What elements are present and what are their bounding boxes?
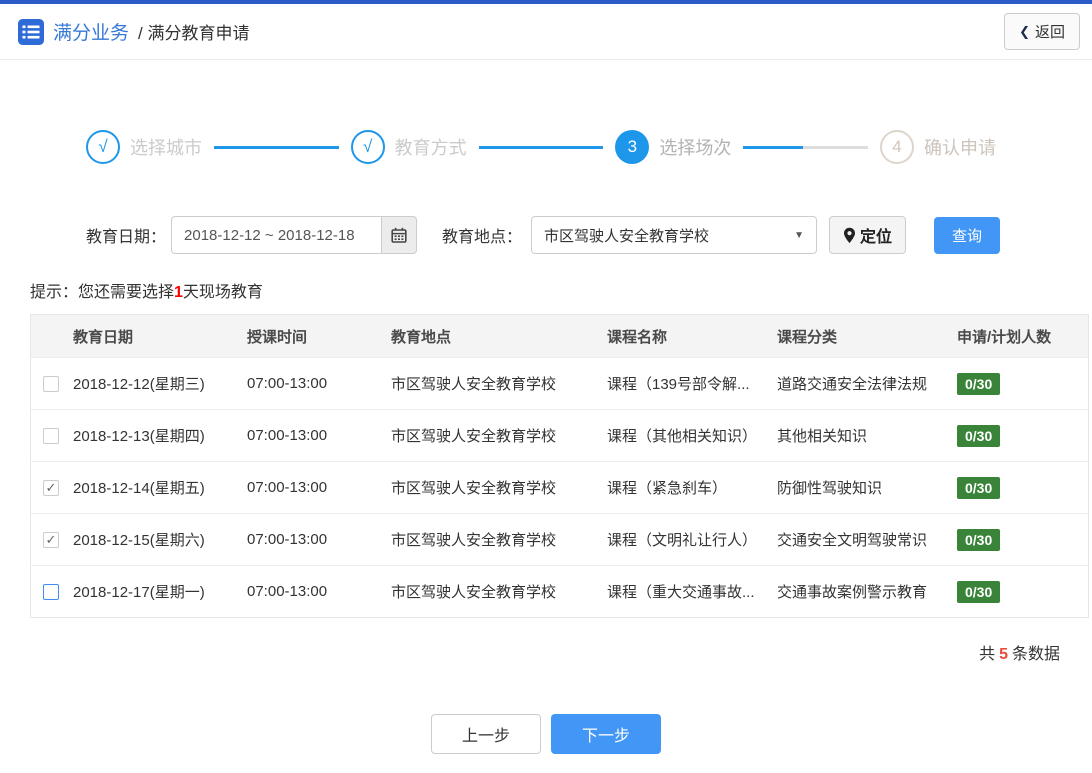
location-pin-icon [843, 227, 856, 244]
step-wizard: √ 选择城市 √ 教育方式 3 选择场次 4 确认申请 [86, 130, 996, 164]
table-row: 2018-12-14(星期五) 07:00-13:00 市区驾驶人安全教育学校 … [31, 461, 1088, 513]
search-button[interactable]: 查询 [934, 216, 1001, 254]
breadcrumb: 满分业务 / 满分教育申请 [18, 18, 249, 45]
cell-time: 07:00-13:00 [247, 427, 328, 444]
step-select-city: √ 选择城市 [86, 130, 202, 164]
summary-count: 5 [999, 646, 1008, 663]
education-location-label: 教育地点： [442, 229, 523, 246]
filter-bar: 教育日期： 教育地点： 市区驾驶人安全教育学校 [86, 216, 1092, 254]
hint-prefix: 提示：您还需要选择 [30, 284, 175, 301]
cell-location: 市区驾驶人安全教育学校 [391, 428, 557, 445]
cell-course: 课程（重大交通事故... [607, 584, 755, 601]
summary-prefix: 共 [979, 646, 996, 663]
step-1-circle: √ [86, 130, 120, 164]
cell-location: 市区驾驶人安全教育学校 [391, 376, 557, 393]
date-range-input[interactable] [171, 216, 382, 254]
step-select-session: 3 选择场次 [615, 130, 731, 164]
cell-location: 市区驾驶人安全教育学校 [391, 480, 557, 497]
session-table: 教育日期 授课时间 教育地点 课程名称 课程分类 申请/计划人数 2018-12… [30, 314, 1089, 618]
wizard-actions: 上一步 下一步 [0, 714, 1092, 754]
capacity-badge: 0/30 [957, 528, 1001, 551]
back-button[interactable]: ❮ 返回 [1004, 13, 1080, 50]
capacity-badge: 0/30 [957, 476, 1001, 499]
step-connector [214, 145, 339, 149]
row-checkbox[interactable] [43, 479, 59, 496]
step-connector [743, 145, 869, 149]
hint-remaining-days: 1 [174, 284, 183, 301]
cell-time: 07:00-13:00 [247, 531, 328, 548]
next-step-button[interactable]: 下一步 [551, 714, 661, 754]
education-location-value: 市区驾驶人安全教育学校 [544, 227, 710, 245]
page-title: 满分业务 [53, 23, 130, 44]
cell-category: 防御性驾驶知识 [777, 480, 883, 497]
row-checkbox[interactable] [43, 375, 59, 392]
cell-category: 交通安全文明驾驶常识 [777, 532, 928, 549]
summary-suffix: 条数据 [1011, 646, 1060, 663]
step-4-circle: 4 [880, 130, 915, 164]
education-location-select[interactable]: 市区驾驶人安全教育学校 ▼ [531, 216, 818, 254]
calendar-icon [391, 227, 407, 243]
cell-category: 其他相关知识 [777, 428, 868, 445]
step-2-label: 教育方式 [394, 138, 467, 158]
record-count-summary: 共 5 条数据 [0, 640, 1060, 664]
cell-date: 2018-12-17(星期一) [73, 584, 205, 601]
locate-button[interactable]: 定位 [829, 216, 907, 254]
previous-step-button[interactable]: 上一步 [431, 714, 541, 754]
capacity-badge: 0/30 [957, 372, 1001, 395]
step-1-label: 选择城市 [130, 138, 202, 158]
page-subtitle: / 满分教育申请 [138, 24, 250, 43]
cell-course: 课程（紧急刹车） [607, 480, 728, 497]
education-date-label: 教育日期： [86, 229, 167, 246]
capacity-badge: 0/30 [957, 580, 1001, 603]
cell-time: 07:00-13:00 [247, 583, 328, 600]
date-range-group [171, 216, 418, 254]
table-row: 2018-12-12(星期三) 07:00-13:00 市区驾驶人安全教育学校 … [31, 357, 1088, 409]
col-course-category: 课程分类 [777, 328, 838, 346]
cell-date: 2018-12-13(星期四) [73, 428, 205, 445]
cell-date: 2018-12-15(星期六) [73, 532, 205, 549]
cell-time: 07:00-13:00 [247, 479, 328, 496]
chevron-left-icon: ❮ [1019, 23, 1030, 39]
back-button-label: 返回 [1034, 24, 1065, 41]
cell-location: 市区驾驶人安全教育学校 [391, 532, 557, 549]
step-3-circle: 3 [615, 130, 650, 164]
locate-button-label: 定位 [860, 229, 893, 246]
calendar-button[interactable] [381, 216, 418, 254]
row-checkbox[interactable] [43, 427, 59, 444]
cell-category: 道路交通安全法律法规 [777, 376, 928, 393]
page-header: 满分业务 / 满分教育申请 ❮ 返回 [0, 4, 1092, 60]
step-confirm-application: 4 确认申请 [880, 130, 996, 164]
chevron-down-icon: ▼ [794, 229, 805, 241]
cell-category: 交通事故案例警示教育 [777, 584, 928, 601]
selection-hint: 提示：您还需要选择1天现场教育 [30, 278, 1092, 302]
step-connector [478, 145, 604, 149]
cell-course: 课程（文明礼让行人） [607, 532, 758, 549]
cell-date: 2018-12-12(星期三) [73, 376, 205, 393]
cell-location: 市区驾驶人安全教育学校 [391, 584, 557, 601]
table-row: 2018-12-15(星期六) 07:00-13:00 市区驾驶人安全教育学校 … [31, 513, 1088, 565]
hint-suffix: 天现场教育 [182, 284, 263, 301]
step-education-mode: √ 教育方式 [350, 130, 467, 164]
col-education-date: 教育日期 [73, 328, 134, 346]
cell-time: 07:00-13:00 [247, 375, 328, 392]
menu-list-icon [18, 18, 44, 45]
capacity-badge: 0/30 [957, 424, 1001, 447]
col-course-name: 课程名称 [607, 328, 668, 346]
cell-course: 课程（139号部令解... [607, 376, 750, 393]
table-row: 2018-12-17(星期一) 07:00-13:00 市区驾驶人安全教育学校 … [31, 565, 1088, 617]
table-header-row: 教育日期 授课时间 教育地点 课程名称 课程分类 申请/计划人数 [31, 315, 1088, 357]
step-2-circle: √ [350, 130, 385, 164]
col-applied-planned: 申请/计划人数 [957, 328, 1052, 346]
step-4-label: 确认申请 [924, 138, 997, 158]
step-3-label: 选择场次 [659, 138, 732, 158]
row-checkbox[interactable] [43, 583, 59, 600]
cell-date: 2018-12-14(星期五) [73, 480, 205, 497]
col-education-location: 教育地点 [391, 328, 452, 346]
table-row: 2018-12-13(星期四) 07:00-13:00 市区驾驶人安全教育学校 … [31, 409, 1088, 461]
row-checkbox[interactable] [43, 531, 59, 548]
cell-course: 课程（其他相关知识） [607, 428, 758, 445]
col-class-time: 授课时间 [247, 328, 308, 346]
